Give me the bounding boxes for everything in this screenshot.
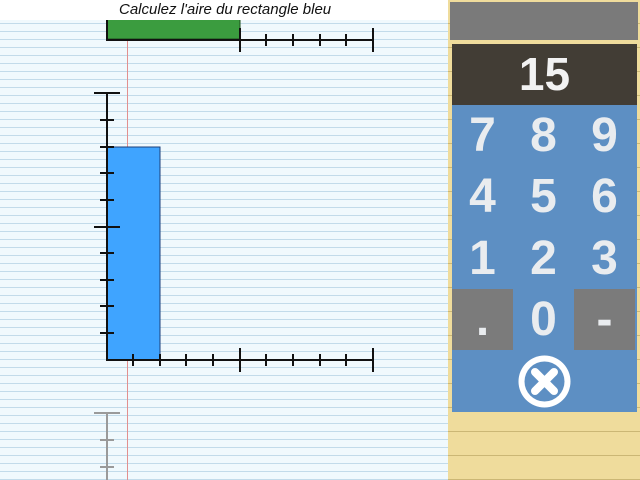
key-0[interactable]: 0 bbox=[513, 289, 574, 350]
geometry-figure bbox=[94, 0, 374, 480]
circle-x-icon bbox=[518, 355, 571, 408]
key-5[interactable]: 5 bbox=[513, 166, 574, 227]
key-2[interactable]: 2 bbox=[513, 228, 574, 289]
key-3[interactable]: 3 bbox=[574, 228, 635, 289]
key-minus[interactable]: - bbox=[574, 289, 635, 350]
next-axis bbox=[94, 412, 120, 480]
blue-rectangle bbox=[106, 146, 161, 361]
key-9[interactable]: 9 bbox=[574, 105, 635, 166]
key-4[interactable]: 4 bbox=[452, 166, 513, 227]
key-8[interactable]: 8 bbox=[513, 105, 574, 166]
instruction-text: Calculez l'aire du rectangle bleu bbox=[119, 1, 332, 18]
key-decimal[interactable]: . bbox=[452, 289, 513, 350]
answer-display: 15 bbox=[452, 44, 637, 105]
top-bar bbox=[450, 2, 638, 40]
key-7[interactable]: 7 bbox=[452, 105, 513, 166]
instruction-bar: Calculez l'aire du rectangle bleu bbox=[0, 0, 448, 20]
clear-button[interactable] bbox=[515, 352, 574, 411]
key-1[interactable]: 1 bbox=[452, 228, 513, 289]
notebook-paper: Calculez l'aire du rectangle bleu bbox=[0, 0, 448, 480]
numeric-keypad: 15 7 8 9 4 5 6 1 2 3 . 0 - bbox=[452, 44, 637, 412]
key-6[interactable]: 6 bbox=[574, 166, 635, 227]
